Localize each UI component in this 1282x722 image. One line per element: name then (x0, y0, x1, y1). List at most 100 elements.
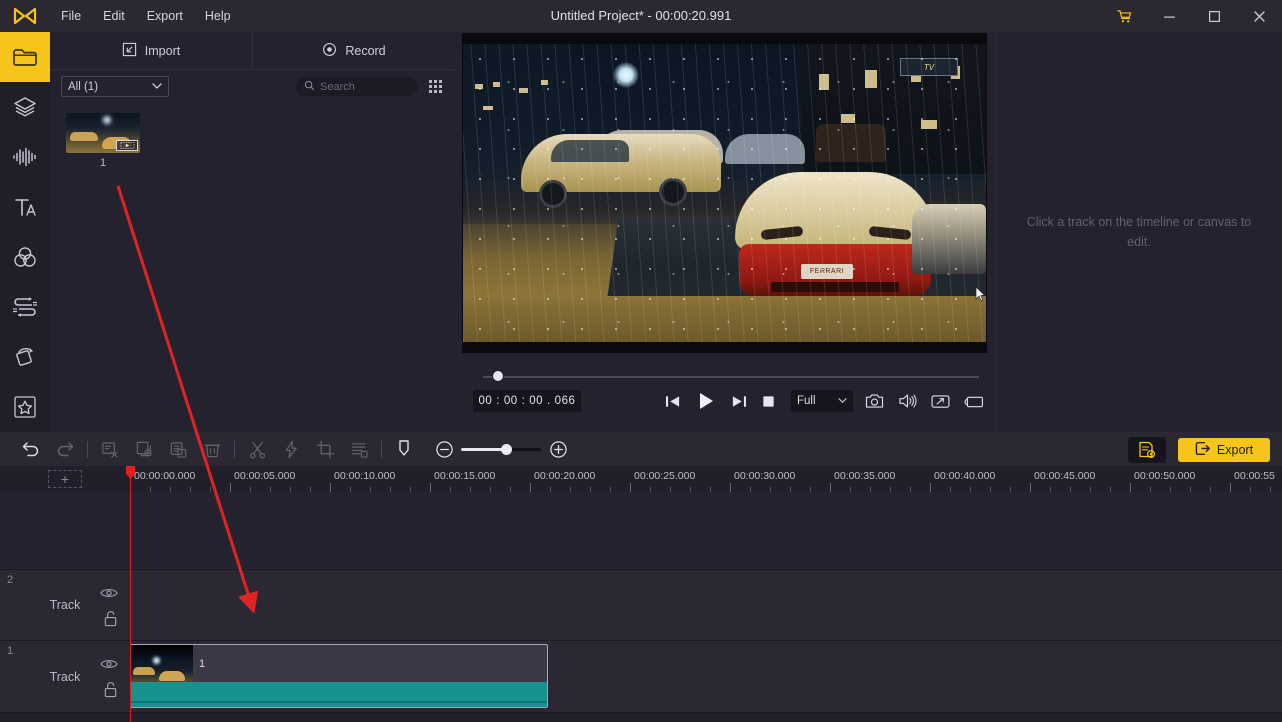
delete-button[interactable] (195, 432, 229, 466)
add-track-button[interactable]: + (48, 470, 82, 488)
zoom-in-button[interactable] (541, 432, 575, 466)
close-icon[interactable] (1237, 0, 1282, 32)
grid-view-icon[interactable] (426, 78, 444, 96)
fullscreen-icon[interactable] (931, 394, 950, 409)
clip-waveform (131, 701, 547, 703)
media-panel: Import Record All (1) Search 1 (50, 32, 455, 432)
timeline-clip[interactable]: 1 (130, 644, 548, 708)
menu-file[interactable]: File (50, 4, 92, 28)
sidebar-item-text[interactable] (0, 182, 50, 232)
maximize-icon[interactable] (1192, 0, 1237, 32)
paste-button[interactable] (161, 432, 195, 466)
zoom-slider-handle[interactable] (501, 443, 512, 455)
video-file-icon (116, 140, 138, 151)
pip-icon[interactable] (964, 394, 983, 409)
seek-track[interactable] (483, 376, 979, 378)
playhead[interactable] (130, 492, 131, 722)
split-button[interactable] (240, 432, 274, 466)
menu-export[interactable]: Export (136, 4, 194, 28)
media-item[interactable]: 1 (66, 113, 140, 169)
timeline-ruler-row: + 00:00:00.000 00:00:05.000 00:00:10.000 00… (0, 466, 1282, 492)
volume-icon[interactable] (898, 393, 917, 409)
track-header-2[interactable]: 2 Track (0, 570, 130, 640)
clip-audio-strip (131, 682, 547, 707)
export-button[interactable]: Export (1178, 438, 1270, 462)
ruler-tick-label: 00:00:55 (1234, 470, 1275, 482)
properties-placeholder: Click a track on the timeline or canvas … (1026, 215, 1252, 249)
zoom-out-button[interactable] (427, 432, 461, 466)
folder-icon (13, 49, 37, 66)
ruler-tick-major (930, 483, 931, 492)
undo-button[interactable] (14, 432, 48, 466)
media-thumbnail[interactable] (66, 113, 140, 153)
camera-icon[interactable] (865, 393, 884, 409)
marker-button[interactable] (387, 432, 421, 466)
seek-handle[interactable] (492, 370, 504, 382)
cart-icon[interactable] (1102, 0, 1147, 32)
prev-frame-icon[interactable] (665, 394, 682, 409)
sidebar-item-audio[interactable] (0, 132, 50, 182)
thumb-car-a (70, 132, 98, 141)
menu-edit[interactable]: Edit (92, 4, 136, 28)
timeline-zoom-slider[interactable] (461, 432, 541, 466)
sidebar-item-favorites[interactable] (0, 382, 50, 432)
media-filter-select[interactable]: All (1) (61, 76, 169, 97)
redo-icon (57, 442, 74, 457)
toolbar-divider (234, 440, 235, 458)
video-canvas[interactable]: TV FERRARI (462, 33, 987, 353)
copy-button[interactable] (127, 432, 161, 466)
ruler-tick-major (830, 483, 831, 492)
ruler-tick-label: 00:00:45.000 (1034, 470, 1096, 482)
crop-button[interactable] (308, 432, 342, 466)
menu-bar: File Edit Export Help (50, 0, 242, 32)
marker-icon (399, 440, 409, 456)
timeline-ruler[interactable]: 00:00:00.000 00:00:05.000 00:00:10.000 00:0… (130, 466, 1282, 492)
eye-icon[interactable] (100, 586, 118, 604)
unlock-icon[interactable] (103, 610, 118, 632)
playhead-ruler[interactable] (126, 466, 135, 492)
next-frame-icon[interactable] (730, 394, 747, 409)
track-row-2[interactable]: 2 Track (0, 570, 1282, 641)
menu-help[interactable]: Help (194, 4, 242, 28)
stop-icon[interactable] (761, 394, 776, 409)
tab-import[interactable]: Import (50, 32, 252, 69)
ruler-tick-label: 00:00:40.000 (934, 470, 996, 482)
ruler-tick-label: 00:00:25.000 (634, 470, 696, 482)
rotate-shape-icon (16, 348, 33, 366)
sidebar-item-filters[interactable] (0, 232, 50, 282)
search-box[interactable] (296, 77, 418, 96)
ruler-tick-label: 00:00:30.000 (734, 470, 796, 482)
track-row-1[interactable]: 1 Track 1 (0, 641, 1282, 713)
quality-value: Full (797, 395, 816, 407)
seek-bar[interactable] (475, 370, 985, 384)
audio-waveform-icon (13, 147, 36, 167)
zoom-in-icon (549, 440, 567, 458)
track-body-1[interactable]: 1 (130, 641, 1282, 712)
clip-label: 1 (199, 658, 206, 670)
speed-button[interactable] (274, 432, 308, 466)
ruler-tick-major (730, 483, 731, 492)
cut-clip-button[interactable] (93, 432, 127, 466)
unlock-icon[interactable] (103, 681, 118, 703)
redo-button[interactable] (48, 432, 82, 466)
tab-record[interactable]: Record (252, 32, 455, 69)
auto-caption-button[interactable] (1128, 437, 1166, 463)
toolbar-divider (87, 440, 88, 458)
minimize-icon[interactable] (1147, 0, 1192, 32)
sidebar-item-effects[interactable] (0, 332, 50, 382)
eye-icon[interactable] (100, 657, 118, 675)
ruler-tick-major (1230, 483, 1231, 492)
ruler-tick-major (430, 483, 431, 492)
sidebar-item-transitions[interactable] (0, 282, 50, 332)
star-icon (14, 396, 36, 418)
search-input[interactable] (320, 80, 410, 93)
track-body-2[interactable] (130, 570, 1282, 640)
mosaic-button[interactable] (342, 432, 376, 466)
sidebar-item-media[interactable] (0, 32, 50, 82)
sidebar-item-stickers[interactable] (0, 82, 50, 132)
track-header-1[interactable]: 1 Track (0, 641, 130, 712)
overlay-track-area[interactable] (0, 492, 1282, 570)
auto-caption-icon (1139, 441, 1156, 459)
play-icon[interactable] (696, 391, 716, 411)
quality-select[interactable]: Full (791, 390, 853, 412)
